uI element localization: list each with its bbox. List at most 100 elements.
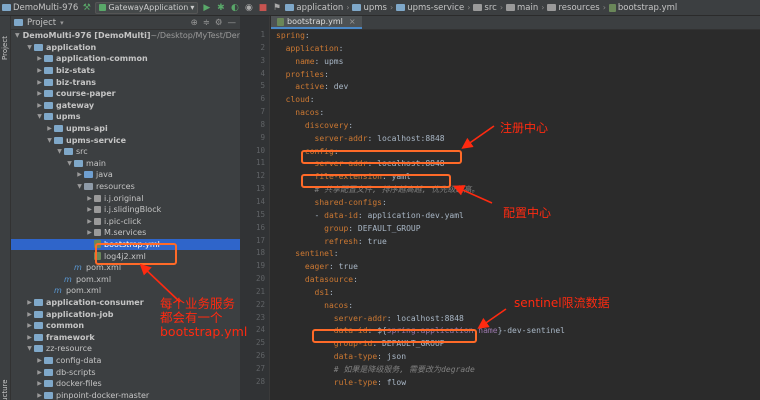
collapse-arrow-icon[interactable]: ▶ (35, 392, 44, 399)
breadcrumb-item[interactable]: upms (352, 3, 387, 13)
code-line[interactable]: server-addr: localhost:8848 (276, 313, 760, 326)
tree-item[interactable]: ▶ upms-api (11, 123, 240, 135)
collapse-arrow-icon[interactable]: ▶ (35, 55, 44, 62)
tree-item[interactable]: ▼ upms-service (11, 134, 240, 146)
collapse-arrow-icon[interactable]: ▶ (35, 90, 44, 97)
code-line[interactable]: group: DEFAULT_GROUP (276, 223, 760, 236)
tree-item-label: DemoMulti-976 [DemoMulti] (22, 31, 151, 41)
tree-item[interactable]: ▶ docker-files (11, 378, 240, 390)
collapse-arrow-icon[interactable]: ▶ (35, 369, 44, 376)
expand-arrow-icon[interactable]: ▼ (25, 44, 34, 51)
dropdown-icon[interactable]: ▾ (60, 19, 64, 27)
tree-item[interactable]: ▶ application-common (11, 53, 240, 65)
code-line[interactable]: datasource: (276, 274, 760, 287)
tree-item[interactable]: ▶ biz-stats (11, 65, 240, 77)
tree-item[interactable]: ▼ upms (11, 111, 240, 123)
collapse-arrow-icon[interactable]: ▶ (45, 125, 54, 132)
sync-icon[interactable]: ⊕ (191, 18, 198, 28)
collapse-arrow-icon[interactable]: ▶ (25, 322, 34, 329)
expand-arrow-icon[interactable]: ▼ (15, 32, 20, 39)
folder-icon (44, 391, 53, 399)
collapse-arrow-icon[interactable]: ▶ (35, 67, 44, 74)
expand-arrow-icon[interactable]: ▼ (35, 113, 44, 120)
structure-side-tab[interactable]: Structure (1, 379, 9, 400)
code-line[interactable]: cloud: (276, 94, 760, 107)
code-line[interactable]: name: upms (276, 56, 760, 69)
close-icon[interactable]: × (349, 17, 356, 26)
project-side-tab[interactable]: Project (1, 36, 9, 60)
code-line[interactable]: data-type: json (276, 351, 760, 364)
tab-bootstrap-yml[interactable]: bootstrap.yml × (271, 16, 362, 29)
tree-item[interactable]: ▶ java (11, 169, 240, 181)
collapse-arrow-icon[interactable]: ▶ (85, 195, 94, 202)
collapse-arrow-icon[interactable]: ▶ (35, 357, 44, 364)
code-line[interactable]: # 如果是降级服务, 需要改为degrade (276, 364, 760, 377)
tree-item[interactable]: ▶ i.pic-click (11, 216, 240, 228)
tree-item[interactable]: ▼ src (11, 146, 240, 158)
tree-item[interactable]: ▼ resources (11, 181, 240, 193)
collapse-arrow-icon[interactable]: ▶ (35, 380, 44, 387)
breadcrumb-item[interactable]: main (506, 3, 538, 13)
tree-item[interactable]: ▶ db-scripts (11, 366, 240, 378)
tree-item[interactable]: ▶ course-paper (11, 88, 240, 100)
expand-arrow-icon[interactable]: ▼ (55, 148, 64, 155)
collapse-arrow-icon[interactable]: ▶ (85, 218, 94, 225)
code-line[interactable]: application: (276, 43, 760, 56)
tree-item[interactable]: ▼ main (11, 158, 240, 170)
collapse-arrow-icon[interactable]: ▶ (75, 171, 84, 178)
stop-icon[interactable]: ■ (257, 2, 268, 13)
code-line[interactable]: refresh: true (276, 236, 760, 249)
build-icon[interactable]: ⚒ (81, 2, 92, 13)
collapse-arrow-icon[interactable]: ▶ (35, 102, 44, 109)
code-line[interactable]: sentinel: (276, 248, 760, 261)
debug-icon[interactable]: ✱ (215, 2, 226, 13)
tree-item[interactable]: m pom.xml (11, 285, 240, 297)
tree-item[interactable]: m pom.xml (11, 273, 240, 285)
sentinel-highlight-box (312, 329, 477, 343)
breadcrumb-item[interactable]: upms-service (396, 3, 464, 13)
folder-icon (352, 4, 362, 11)
tree-item[interactable]: ▼ application (11, 42, 240, 54)
expand-arrow-icon[interactable]: ▼ (75, 183, 84, 190)
expand-arrow-icon[interactable]: ▼ (45, 137, 54, 144)
tree-item[interactable]: ▶ config-data (11, 355, 240, 367)
code-line[interactable]: rule-type: flow (276, 377, 760, 390)
collapse-arrow-icon[interactable]: ▶ (25, 299, 34, 306)
tree-item[interactable]: ▶ gateway (11, 100, 240, 112)
coverage-icon[interactable]: ◐ (229, 2, 240, 13)
breadcrumb-item[interactable]: src (473, 3, 497, 13)
run-icon[interactable]: ▶ (201, 2, 212, 13)
code-line[interactable]: nacos: (276, 107, 760, 120)
breadcrumb-item[interactable]: application (285, 3, 343, 13)
run-configuration-select[interactable]: GatewayApplication ▾ (95, 1, 199, 14)
vcs-icon[interactable]: ⚑ (271, 2, 282, 13)
collapse-icon[interactable]: ≑ (203, 18, 210, 28)
folder-icon (473, 4, 483, 11)
tree-item[interactable]: ▶ biz-trans (11, 76, 240, 88)
expand-arrow-icon[interactable]: ▼ (25, 345, 34, 352)
tree-item[interactable]: ▶ i.j.slidingBlock (11, 204, 240, 216)
code-line[interactable]: spring: (276, 30, 760, 43)
hide-icon[interactable]: — (228, 18, 237, 28)
code-line[interactable]: eager: true (276, 261, 760, 274)
breadcrumb-item[interactable]: resources (547, 3, 600, 13)
code-line[interactable]: profiles: (276, 69, 760, 82)
tree-item[interactable]: ▶ i.j.original (11, 192, 240, 204)
tree-item[interactable]: ▶ M.services (11, 227, 240, 239)
collapse-arrow-icon[interactable]: ▶ (85, 229, 94, 236)
code-line[interactable]: active: dev (276, 81, 760, 94)
project-panel-title[interactable]: Project (27, 18, 56, 28)
breadcrumb-item[interactable]: bootstrap.yml (608, 3, 677, 13)
settings-icon[interactable]: ⚙ (215, 18, 223, 28)
tree-item[interactable]: ▼ zz-resource (11, 343, 240, 355)
profile-icon[interactable]: ◉ (243, 2, 254, 13)
tree-item[interactable]: ▶ pinpoint-docker-master (11, 389, 240, 400)
breadcrumb-item[interactable]: DemoMulti-976 (2, 3, 78, 13)
collapse-arrow-icon[interactable]: ▶ (35, 79, 44, 86)
collapse-arrow-icon[interactable]: ▶ (25, 311, 34, 318)
expand-arrow-icon[interactable]: ▼ (65, 160, 74, 167)
collapse-arrow-icon[interactable]: ▶ (25, 334, 34, 341)
collapse-arrow-icon[interactable]: ▶ (85, 206, 94, 213)
tree-item[interactable]: ▼ DemoMulti-976 [DemoMulti] ~/Desktop/MyT… (11, 30, 240, 42)
